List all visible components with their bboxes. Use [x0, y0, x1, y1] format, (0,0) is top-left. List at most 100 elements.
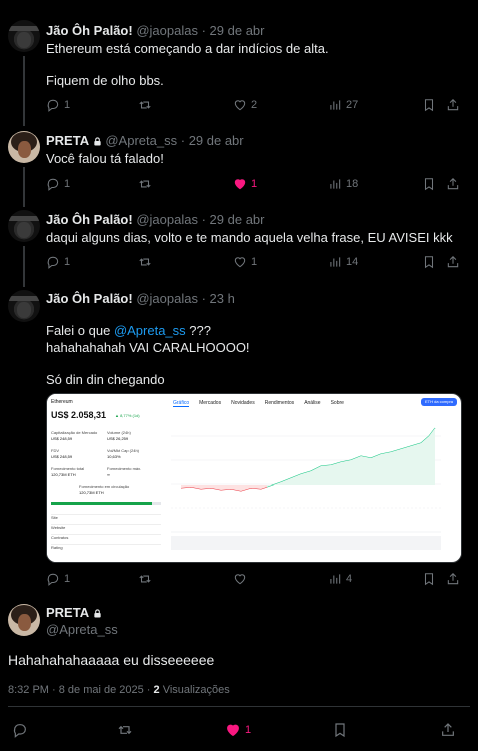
bookmark-button[interactable] [422, 255, 436, 269]
like-button[interactable]: 1 [233, 255, 257, 269]
tweet-header: Jão Ôh Palão! @jaopalas · 29 de abr [46, 23, 265, 38]
bookmark-button[interactable] [422, 177, 436, 191]
avatar[interactable] [8, 604, 40, 636]
share-button[interactable] [446, 255, 460, 269]
retweet-button[interactable] [138, 572, 152, 586]
share-icon [447, 178, 459, 190]
views-icon [330, 574, 341, 584]
price-chart-panel: Gráfico Mercados Novidades Rendimentos Análi… [169, 394, 461, 562]
tweet-meta: 8:32 PM · 8 de mai de 2025 · 2 Visualiza… [8, 684, 230, 696]
lock-icon [94, 609, 101, 618]
share-button[interactable] [446, 572, 460, 586]
tweet-header: PRETA [46, 605, 102, 620]
share-button[interactable] [440, 722, 456, 738]
reply-button[interactable]: 1 [46, 98, 70, 112]
views-icon [330, 257, 341, 267]
timestamp[interactable]: 29 de abr [210, 23, 265, 38]
display-name[interactable]: PRETA [46, 133, 89, 148]
tweet-text: Hahahahahaaaaa eu disseeeeee [8, 652, 215, 668]
tweet-header: Jão Ôh Palão! @jaopalas · 29 de abr [46, 212, 265, 227]
retweet-button[interactable] [138, 177, 152, 191]
reply-icon [13, 724, 26, 738]
share-icon [447, 573, 459, 585]
share-button[interactable] [446, 177, 460, 191]
display-name[interactable]: Jão Ôh Palão! [46, 291, 133, 306]
thread-line [23, 167, 25, 207]
display-name[interactable]: PRETA [46, 605, 89, 620]
action-bar: 1 1 18 [46, 177, 462, 193]
retweet-button[interactable] [138, 255, 152, 269]
handle[interactable]: @jaopalas [136, 291, 198, 306]
retweet-icon [139, 575, 151, 583]
tweet-2[interactable]: PRETA @Apreta_ss · 29 de abr Você falou … [0, 125, 478, 207]
chart-tabs: Gráfico Mercados Novidades Rendimentos Análi… [173, 400, 344, 407]
retweet-button[interactable] [117, 722, 133, 738]
avatar[interactable] [8, 131, 40, 163]
handle[interactable]: @Apreta_ss [46, 622, 118, 637]
timestamp[interactable]: 29 de abr [210, 212, 265, 227]
heart-filled-icon [234, 179, 246, 190]
attached-image[interactable]: Ethereum US$ 2.058,31 ▲ 8,77% (1d) Capit… [46, 393, 462, 563]
tweet-header: PRETA @Apreta_ss · 29 de abr [46, 133, 244, 148]
views-icon [330, 100, 341, 110]
share-button[interactable] [446, 98, 460, 112]
bookmark-icon [424, 256, 434, 269]
handle[interactable]: @Apreta_ss [105, 133, 177, 148]
like-button[interactable]: 1 [225, 722, 251, 738]
like-button[interactable]: 1 [233, 177, 257, 191]
bookmark-icon [424, 573, 434, 586]
tweet-text: daqui alguns dias, volto e te mando aque… [46, 230, 453, 245]
action-bar: 1 [12, 722, 466, 738]
retweet-icon [118, 725, 132, 735]
heart-icon [234, 100, 246, 111]
bookmark-icon [424, 99, 434, 112]
share-icon [447, 99, 459, 111]
views-button[interactable]: 27 [328, 98, 358, 112]
coin-price: US$ 2.058,31 [51, 410, 107, 420]
display-name[interactable]: Jão Ôh Palão! [46, 212, 133, 227]
timestamp[interactable]: 29 de abr [189, 133, 244, 148]
tweet-text: Falei o que @Apreta_ss ??? [46, 307, 211, 339]
like-button[interactable] [233, 572, 251, 586]
heart-filled-icon [227, 724, 239, 737]
tweet-1[interactable]: Jão Ôh Palão! @jaopalas · 29 de abr Ethe… [0, 0, 478, 126]
bookmark-button[interactable] [422, 572, 436, 586]
tweet-header: Jão Ôh Palão! @jaopalas · 23 h [46, 291, 235, 306]
reply-button[interactable]: 1 [46, 177, 70, 191]
like-button[interactable]: 2 [233, 98, 257, 112]
lock-icon [94, 137, 101, 146]
timestamp[interactable]: 23 h [210, 291, 235, 306]
display-name[interactable]: Jão Ôh Palão! [46, 23, 133, 38]
share-icon [442, 723, 454, 736]
timestamp[interactable]: 8:32 PM · 8 de mai de 2025 · [8, 684, 150, 696]
reply-icon [47, 178, 59, 191]
reply-icon [47, 573, 59, 586]
price-change: ▲ 8,77% (1d) [115, 413, 140, 418]
handle[interactable]: @jaopalas [136, 212, 198, 227]
views-count: 2 [153, 684, 160, 696]
views-button[interactable]: 4 [328, 572, 352, 586]
reply-button[interactable] [12, 722, 28, 738]
views-button[interactable]: 18 [328, 177, 358, 191]
reply-button[interactable]: 1 [46, 572, 70, 586]
share-icon [447, 256, 459, 268]
price-line-chart [171, 416, 461, 556]
text-part: ??? [185, 323, 211, 338]
bookmark-button[interactable] [422, 98, 436, 112]
bookmark-button[interactable] [332, 722, 348, 738]
action-bar: 1 1 14 [46, 255, 462, 271]
info-rows: Site Website Contratos Rating [51, 514, 161, 554]
retweet-button[interactable] [138, 98, 152, 112]
avatar[interactable] [8, 20, 40, 52]
views-button[interactable]: 14 [328, 255, 358, 269]
avatar[interactable] [8, 290, 40, 322]
tweet-3[interactable]: Jão Ôh Palão! @jaopalas · 29 de abr daqu… [0, 205, 478, 287]
mention-link[interactable]: @Apreta_ss [114, 323, 186, 338]
main-tweet: PRETA @Apreta_ss Hahahahahaaaaa eu disse… [0, 595, 478, 751]
bookmark-icon [424, 178, 434, 191]
divider [8, 706, 470, 707]
avatar[interactable] [8, 210, 40, 242]
views-icon [330, 179, 341, 189]
handle[interactable]: @jaopalas [136, 23, 198, 38]
reply-button[interactable]: 1 [46, 255, 70, 269]
